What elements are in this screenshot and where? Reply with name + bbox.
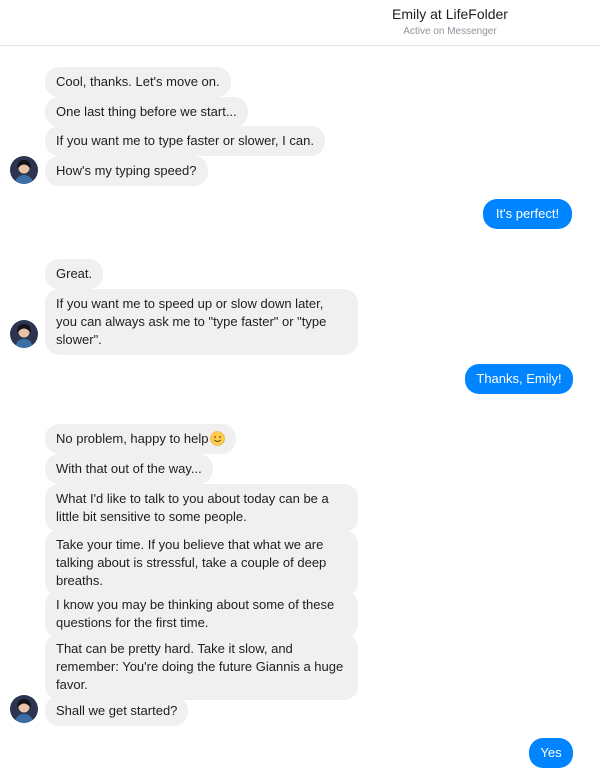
chat-title[interactable]: Emily at LifeFolder [300,6,600,22]
message-text: If you want me to speed up or slow down … [56,296,327,347]
avatar-image [10,320,38,348]
outgoing-message: It's perfect! [483,199,572,229]
message-text: Great. [56,266,93,281]
incoming-message: Take your time. If you believe that what… [45,530,358,596]
incoming-message: What I'd like to talk to you about today… [45,484,358,532]
message-text: Take your time. If you believe that what… [56,537,327,588]
incoming-message: Great. [45,259,104,289]
slightly-smiling-face-icon [210,431,226,446]
incoming-message: If you want me to speed up or slow down … [45,289,358,355]
message-text: Thanks, Emily! [476,371,562,386]
incoming-message: No problem, happy to help [45,424,237,454]
message-text: Cool, thanks. Let's move on. [56,74,220,89]
incoming-message: With that out of the way... [45,454,213,484]
avatar-image [10,156,38,184]
avatar-image [10,695,38,723]
avatar[interactable] [10,156,38,184]
incoming-message: That can be pretty hard. Take it slow, a… [45,634,358,700]
incoming-message: Cool, thanks. Let's move on. [45,67,231,97]
outgoing-message: Thanks, Emily! [465,364,573,394]
chat-status: Active on Messenger [403,26,497,37]
message-text: One last thing before we start... [56,104,237,119]
message-text: No problem, happy to help [56,431,209,446]
incoming-message: Shall we get started? [45,696,189,726]
message-text: Shall we get started? [56,703,178,718]
message-text: That can be pretty hard. Take it slow, a… [56,641,344,692]
outgoing-message: Yes [529,738,573,768]
message-text: How's my typing speed? [56,163,197,178]
incoming-message: One last thing before we start... [45,97,248,127]
avatar[interactable] [10,695,38,723]
message-text: If you want me to type faster or slower,… [56,133,314,148]
message-text: I know you may be thinking about some of… [56,597,335,630]
incoming-message: How's my typing speed? [45,156,208,186]
avatar[interactable] [10,320,38,348]
chat-header: Emily at LifeFolder Active on Messenger [0,0,600,46]
message-text: With that out of the way... [56,461,202,476]
message-text: Yes [540,745,562,760]
incoming-message: If you want me to type faster or slower,… [45,126,325,156]
message-text: What I'd like to talk to you about today… [56,491,329,524]
message-text: It's perfect! [495,206,560,221]
incoming-message: I know you may be thinking about some of… [45,590,358,638]
